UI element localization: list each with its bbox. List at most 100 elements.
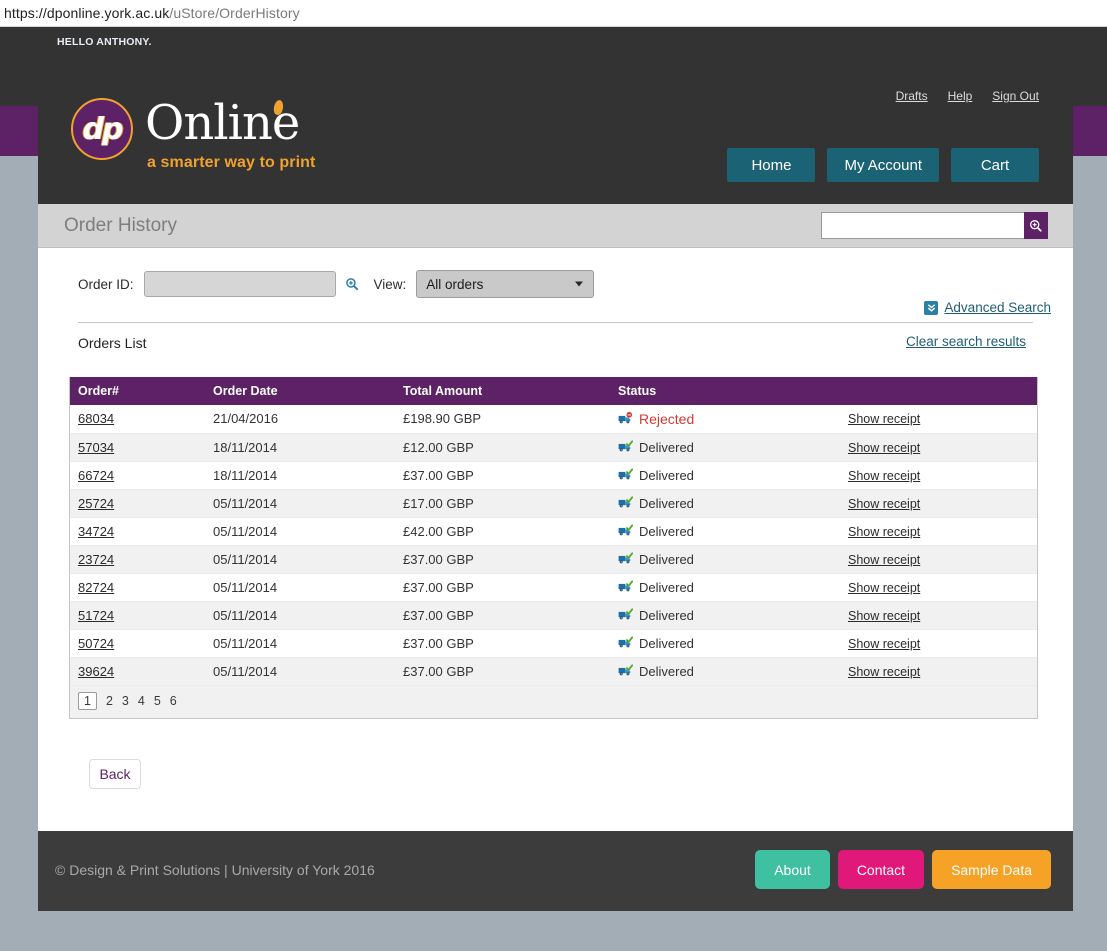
- status-badge: Delivered: [618, 496, 840, 511]
- site-logo[interactable]: dp Online a smarter way to print: [71, 95, 371, 172]
- pagination-page-4[interactable]: 4: [138, 694, 145, 708]
- url-domain: https://dponline.york.ac.uk: [4, 5, 170, 21]
- show-receipt-link[interactable]: Show receipt: [848, 581, 920, 595]
- cell-total-amount: £198.90 GBP: [395, 405, 610, 434]
- about-button[interactable]: About: [755, 850, 830, 889]
- browser-url-bar[interactable]: https://dponline.york.ac.uk/uStore/Order…: [0, 0, 1107, 27]
- order-number-link[interactable]: 57034: [78, 440, 114, 455]
- table-row: 25724 05/11/2014 £17.00 GBP Delivered Show r…: [70, 489, 1037, 518]
- cell-actions: Show receipt: [840, 405, 1037, 434]
- page-container: dp Online a smarter way to print Drafts …: [38, 62, 1073, 831]
- view-label: View:: [373, 276, 407, 292]
- pagination-page-1: 1: [78, 691, 97, 710]
- link-drafts[interactable]: Drafts: [896, 89, 928, 103]
- back-button-row: Back: [63, 719, 1048, 789]
- pagination-page-6[interactable]: 6: [170, 694, 177, 708]
- back-button[interactable]: Back: [89, 758, 141, 789]
- pagination-page-3[interactable]: 3: [122, 694, 129, 708]
- show-receipt-link[interactable]: Show receipt: [848, 525, 920, 539]
- status-badge: Delivered: [618, 580, 840, 595]
- table-row: 39624 05/11/2014 £37.00 GBP Delivered Show r…: [70, 657, 1037, 686]
- orders-table-body: 68034 21/04/2016 £198.90 GBP Rejected Show r…: [70, 405, 1037, 686]
- cell-status: Delivered: [610, 629, 840, 658]
- cell-order-number: 50724: [70, 629, 205, 658]
- cell-total-amount: £17.00 GBP: [395, 489, 610, 518]
- cell-order-number: 39624: [70, 657, 205, 686]
- table-row: 68034 21/04/2016 £198.90 GBP Rejected Show r…: [70, 405, 1037, 434]
- order-number-link[interactable]: 39624: [78, 664, 114, 679]
- order-number-link[interactable]: 50724: [78, 636, 114, 651]
- status-label: Delivered: [639, 663, 694, 679]
- clear-search-results-link[interactable]: Clear search results: [906, 334, 1026, 349]
- show-receipt-link[interactable]: Show receipt: [848, 497, 920, 511]
- advanced-search-link[interactable]: Advanced Search: [944, 300, 1051, 315]
- pagination: 123456: [70, 685, 1037, 718]
- cart-button[interactable]: Cart: [951, 148, 1039, 182]
- cell-total-amount: £37.00 GBP: [395, 461, 610, 490]
- column-header-actions: [840, 377, 1037, 405]
- pagination-page-2[interactable]: 2: [106, 694, 113, 708]
- cell-order-number: 51724: [70, 601, 205, 630]
- cell-actions: Show receipt: [840, 489, 1037, 518]
- column-header-status: Status: [610, 377, 840, 405]
- home-button[interactable]: Home: [727, 148, 816, 182]
- show-receipt-link[interactable]: Show receipt: [848, 441, 920, 455]
- link-sign-out[interactable]: Sign Out: [992, 89, 1039, 103]
- site-footer: © Design & Print Solutions | University …: [38, 831, 1073, 911]
- double-chevron-down-icon: [924, 300, 939, 315]
- show-receipt-link[interactable]: Show receipt: [848, 412, 920, 426]
- filter-row: Order ID: View: All orders: [63, 248, 1048, 310]
- cell-status: Delivered: [610, 461, 840, 490]
- cell-order-date: 05/11/2014: [205, 629, 395, 658]
- order-id-input[interactable]: [143, 271, 336, 297]
- sample-data-button[interactable]: Sample Data: [932, 850, 1051, 889]
- cell-actions: Show receipt: [840, 657, 1037, 686]
- order-number-link[interactable]: 66724: [78, 468, 114, 483]
- cell-order-number: 68034: [70, 405, 205, 434]
- cell-order-number: 57034: [70, 433, 205, 462]
- table-row: 57034 18/11/2014 £12.00 GBP Delivered Show r…: [70, 433, 1037, 462]
- status-label: Delivered: [639, 495, 694, 511]
- order-number-link[interactable]: 34724: [78, 524, 114, 539]
- status-label: Delivered: [639, 551, 694, 567]
- link-help[interactable]: Help: [948, 89, 973, 103]
- cell-actions: Show receipt: [840, 461, 1037, 490]
- order-number-link[interactable]: 25724: [78, 496, 114, 511]
- truck-delivered-icon: [618, 580, 633, 592]
- column-header-total-amount: Total Amount: [395, 377, 610, 405]
- show-receipt-link[interactable]: Show receipt: [848, 553, 920, 567]
- truck-delivered-icon: [618, 552, 633, 564]
- cell-status: Delivered: [610, 657, 840, 686]
- cell-status: Delivered: [610, 489, 840, 518]
- view-select[interactable]: All orders: [416, 270, 595, 298]
- chevron-down-icon: [575, 281, 584, 287]
- order-number-link[interactable]: 23724: [78, 552, 114, 567]
- status-label: Delivered: [639, 579, 694, 595]
- cell-status: Delivered: [610, 433, 840, 462]
- pagination-page-5[interactable]: 5: [154, 694, 161, 708]
- order-id-lookup-button[interactable]: [345, 277, 360, 292]
- status-badge: Delivered: [618, 608, 840, 623]
- show-receipt-link[interactable]: Show receipt: [848, 637, 920, 651]
- search-input[interactable]: [821, 212, 1024, 239]
- show-receipt-link[interactable]: Show receipt: [848, 469, 920, 483]
- status-badge: Delivered: [618, 636, 840, 651]
- truck-delivered-icon: [618, 468, 633, 480]
- show-receipt-link[interactable]: Show receipt: [848, 609, 920, 623]
- order-number-link[interactable]: 51724: [78, 608, 114, 623]
- order-number-link[interactable]: 68034: [78, 411, 114, 426]
- dp-logo-mark-icon: dp: [71, 98, 133, 160]
- cell-order-date: 21/04/2016: [205, 405, 395, 434]
- search-button[interactable]: [1024, 212, 1048, 239]
- contact-button[interactable]: Contact: [837, 850, 925, 889]
- table-row: 34724 05/11/2014 £42.00 GBP Delivered Show r…: [70, 517, 1037, 546]
- my-account-button[interactable]: My Account: [827, 148, 939, 182]
- cell-order-date: 05/11/2014: [205, 601, 395, 630]
- advanced-search[interactable]: Advanced Search: [924, 300, 1051, 315]
- cell-actions: Show receipt: [840, 433, 1037, 462]
- column-header-order-number: Order#: [70, 377, 205, 405]
- order-number-link[interactable]: 82724: [78, 580, 114, 595]
- status-label: Delivered: [639, 523, 694, 539]
- site-header: dp Online a smarter way to print Drafts …: [38, 62, 1073, 204]
- show-receipt-link[interactable]: Show receipt: [848, 665, 920, 679]
